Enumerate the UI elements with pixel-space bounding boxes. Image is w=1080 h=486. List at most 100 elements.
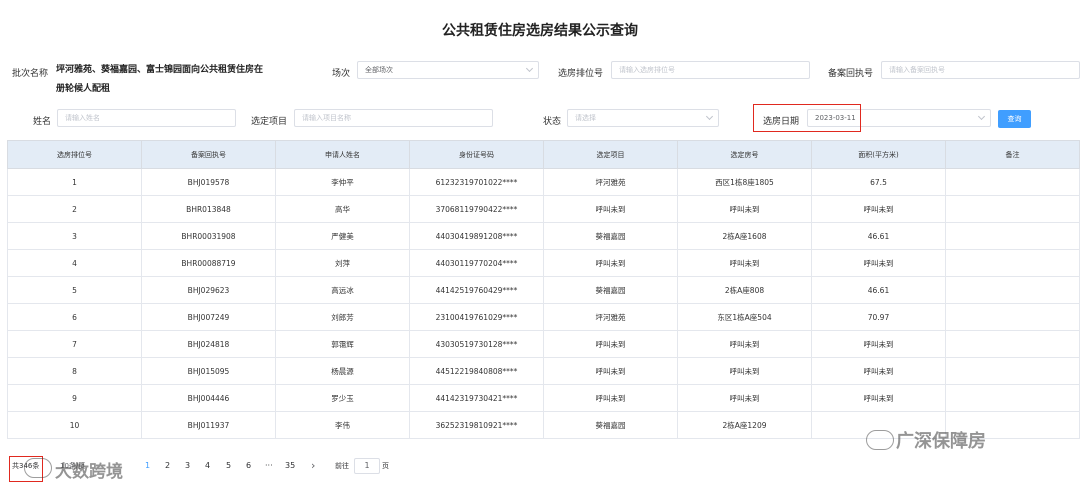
cell-remark xyxy=(945,195,1080,223)
cell-area: 呼叫未到 xyxy=(811,384,946,412)
col-header-rank: 选房排位号 xyxy=(7,140,142,169)
page-1[interactable]: 1 xyxy=(145,455,150,477)
cell-remark xyxy=(945,168,1080,196)
col-header-id: 身份证号码 xyxy=(409,140,544,169)
cell-id: 36252319810921**** xyxy=(409,411,544,439)
cell-room: 东区1栋A座504 xyxy=(677,303,812,331)
page-4[interactable]: 4 xyxy=(205,455,210,477)
col-header-area: 面积(平方米) xyxy=(811,140,946,169)
cell-id: 44142519760429**** xyxy=(409,276,544,304)
cell-area: 46.61 xyxy=(811,276,946,304)
name-input[interactable]: 请输入姓名 xyxy=(57,109,236,127)
watermark-right: 广深保障房 xyxy=(896,431,986,452)
cell-project: 呼叫未到 xyxy=(543,249,678,277)
cell-project: 呼叫未到 xyxy=(543,384,678,412)
table-row: 1 BHJ019578 李仲平 61232319701022**** 坪河雅苑 … xyxy=(7,168,1080,196)
cell-room: 呼叫未到 xyxy=(677,384,812,412)
table-header-row: 选房排位号 备案回执号 申请人姓名 身份证号码 选定项目 选定房号 面积(平方米… xyxy=(7,140,1080,169)
cell-rank: 3 xyxy=(7,222,142,250)
watermark-left: 大数跨境 xyxy=(55,462,123,482)
chevron-down-icon xyxy=(705,112,714,121)
cell-rank: 9 xyxy=(7,384,142,412)
cell-area: 67.5 xyxy=(811,168,946,196)
cell-room: 呼叫未到 xyxy=(677,195,812,223)
cell-area: 呼叫未到 xyxy=(811,249,946,277)
status-select[interactable]: 请选择 xyxy=(567,109,719,127)
page-5[interactable]: 5 xyxy=(226,455,231,477)
goto-page-input[interactable]: 1 xyxy=(354,458,380,474)
batch-value-line2: 册轮候人配租 xyxy=(56,84,111,94)
batch-value-line1: 坪河雅苑、葵福嘉园、富士锦园面向公共租赁住房在 xyxy=(56,65,264,75)
cell-receipt: BHR013848 xyxy=(141,195,276,223)
receipt-label: 备案回执号 xyxy=(828,69,874,79)
cell-remark xyxy=(945,276,1080,304)
cell-project: 呼叫未到 xyxy=(543,195,678,223)
cell-id: 44030419891208**** xyxy=(409,222,544,250)
cell-receipt: BHJ004446 xyxy=(141,384,276,412)
col-header-remark: 备注 xyxy=(945,140,1080,169)
cell-project: 呼叫未到 xyxy=(543,357,678,385)
cell-applicant: 刘郎芳 xyxy=(275,303,410,331)
cell-applicant: 李伟 xyxy=(275,411,410,439)
cell-remark xyxy=(945,330,1080,358)
cell-remark xyxy=(945,357,1080,385)
cell-id: 44142319730421**** xyxy=(409,384,544,412)
next-page-button[interactable]: › xyxy=(311,455,315,477)
cell-room: 2栋A座808 xyxy=(677,276,812,304)
page-2[interactable]: 2 xyxy=(165,455,170,477)
cell-receipt: BHR00088719 xyxy=(141,249,276,277)
wechat-logo-icon xyxy=(866,430,894,450)
cell-applicant: 李仲平 xyxy=(275,168,410,196)
table-row: 6 BHJ007249 刘郎芳 23100419761029**** 坪河雅苑 … xyxy=(7,303,1080,331)
cell-rank: 10 xyxy=(7,411,142,439)
cell-applicant: 杨晨源 xyxy=(275,357,410,385)
query-button[interactable]: 查询 xyxy=(998,110,1031,128)
chevron-down-icon xyxy=(977,112,986,121)
cell-receipt: BHJ011937 xyxy=(141,411,276,439)
cell-remark xyxy=(945,384,1080,412)
cell-room: 2栋A座1608 xyxy=(677,222,812,250)
goto-suffix: 页 xyxy=(382,462,389,470)
page-title: 公共租赁住房选房结果公示查询 xyxy=(442,23,638,39)
cell-id: 44512219840808**** xyxy=(409,357,544,385)
cell-rank: 7 xyxy=(7,330,142,358)
cell-receipt: BHJ007249 xyxy=(141,303,276,331)
cell-area: 呼叫未到 xyxy=(811,357,946,385)
receipt-input[interactable]: 请输入备案回执号 xyxy=(881,61,1080,79)
page-35[interactable]: 35 xyxy=(285,455,295,477)
cell-receipt: BHJ029623 xyxy=(141,276,276,304)
cell-remark xyxy=(945,249,1080,277)
cell-room: 西区1栋8座1805 xyxy=(677,168,812,196)
status-label: 状态 xyxy=(543,117,562,127)
session-label: 场次 xyxy=(332,69,351,79)
page-ellipsis[interactable]: ··· xyxy=(265,455,273,477)
cell-applicant: 罗少玉 xyxy=(275,384,410,412)
cell-id: 61232319701022**** xyxy=(409,168,544,196)
cell-project: 坪河雅苑 xyxy=(543,168,678,196)
date-highlight-box xyxy=(753,104,861,132)
page-6[interactable]: 6 xyxy=(246,455,251,477)
cell-rank: 1 xyxy=(7,168,142,196)
table-row: 5 BHJ029623 高远冰 44142519760429**** 葵福嘉园 … xyxy=(7,276,1080,304)
results-table: 选房排位号 备案回执号 申请人姓名 身份证号码 选定项目 选定房号 面积(平方米… xyxy=(7,140,1080,439)
cell-applicant: 刘萍 xyxy=(275,249,410,277)
rank-label: 选房排位号 xyxy=(558,69,604,79)
cell-remark xyxy=(945,222,1080,250)
cell-area: 70.97 xyxy=(811,303,946,331)
status-select-placeholder: 请选择 xyxy=(575,114,596,122)
name-label: 姓名 xyxy=(33,117,52,127)
batch-label: 批次名称 xyxy=(12,69,49,79)
cell-rank: 8 xyxy=(7,357,142,385)
rank-input[interactable]: 请输入选房排位号 xyxy=(611,61,810,79)
project-input[interactable]: 请输入项目名称 xyxy=(294,109,493,127)
session-select[interactable]: 全部场次 xyxy=(357,61,539,79)
cell-applicant: 严健美 xyxy=(275,222,410,250)
goto-label: 前往 xyxy=(335,462,349,470)
col-header-receipt: 备案回执号 xyxy=(141,140,276,169)
cell-room: 呼叫未到 xyxy=(677,330,812,358)
cell-receipt: BHR00031908 xyxy=(141,222,276,250)
page-3[interactable]: 3 xyxy=(185,455,190,477)
cell-receipt: BHJ015095 xyxy=(141,357,276,385)
cell-room: 2栋A座1209 xyxy=(677,411,812,439)
cell-rank: 6 xyxy=(7,303,142,331)
